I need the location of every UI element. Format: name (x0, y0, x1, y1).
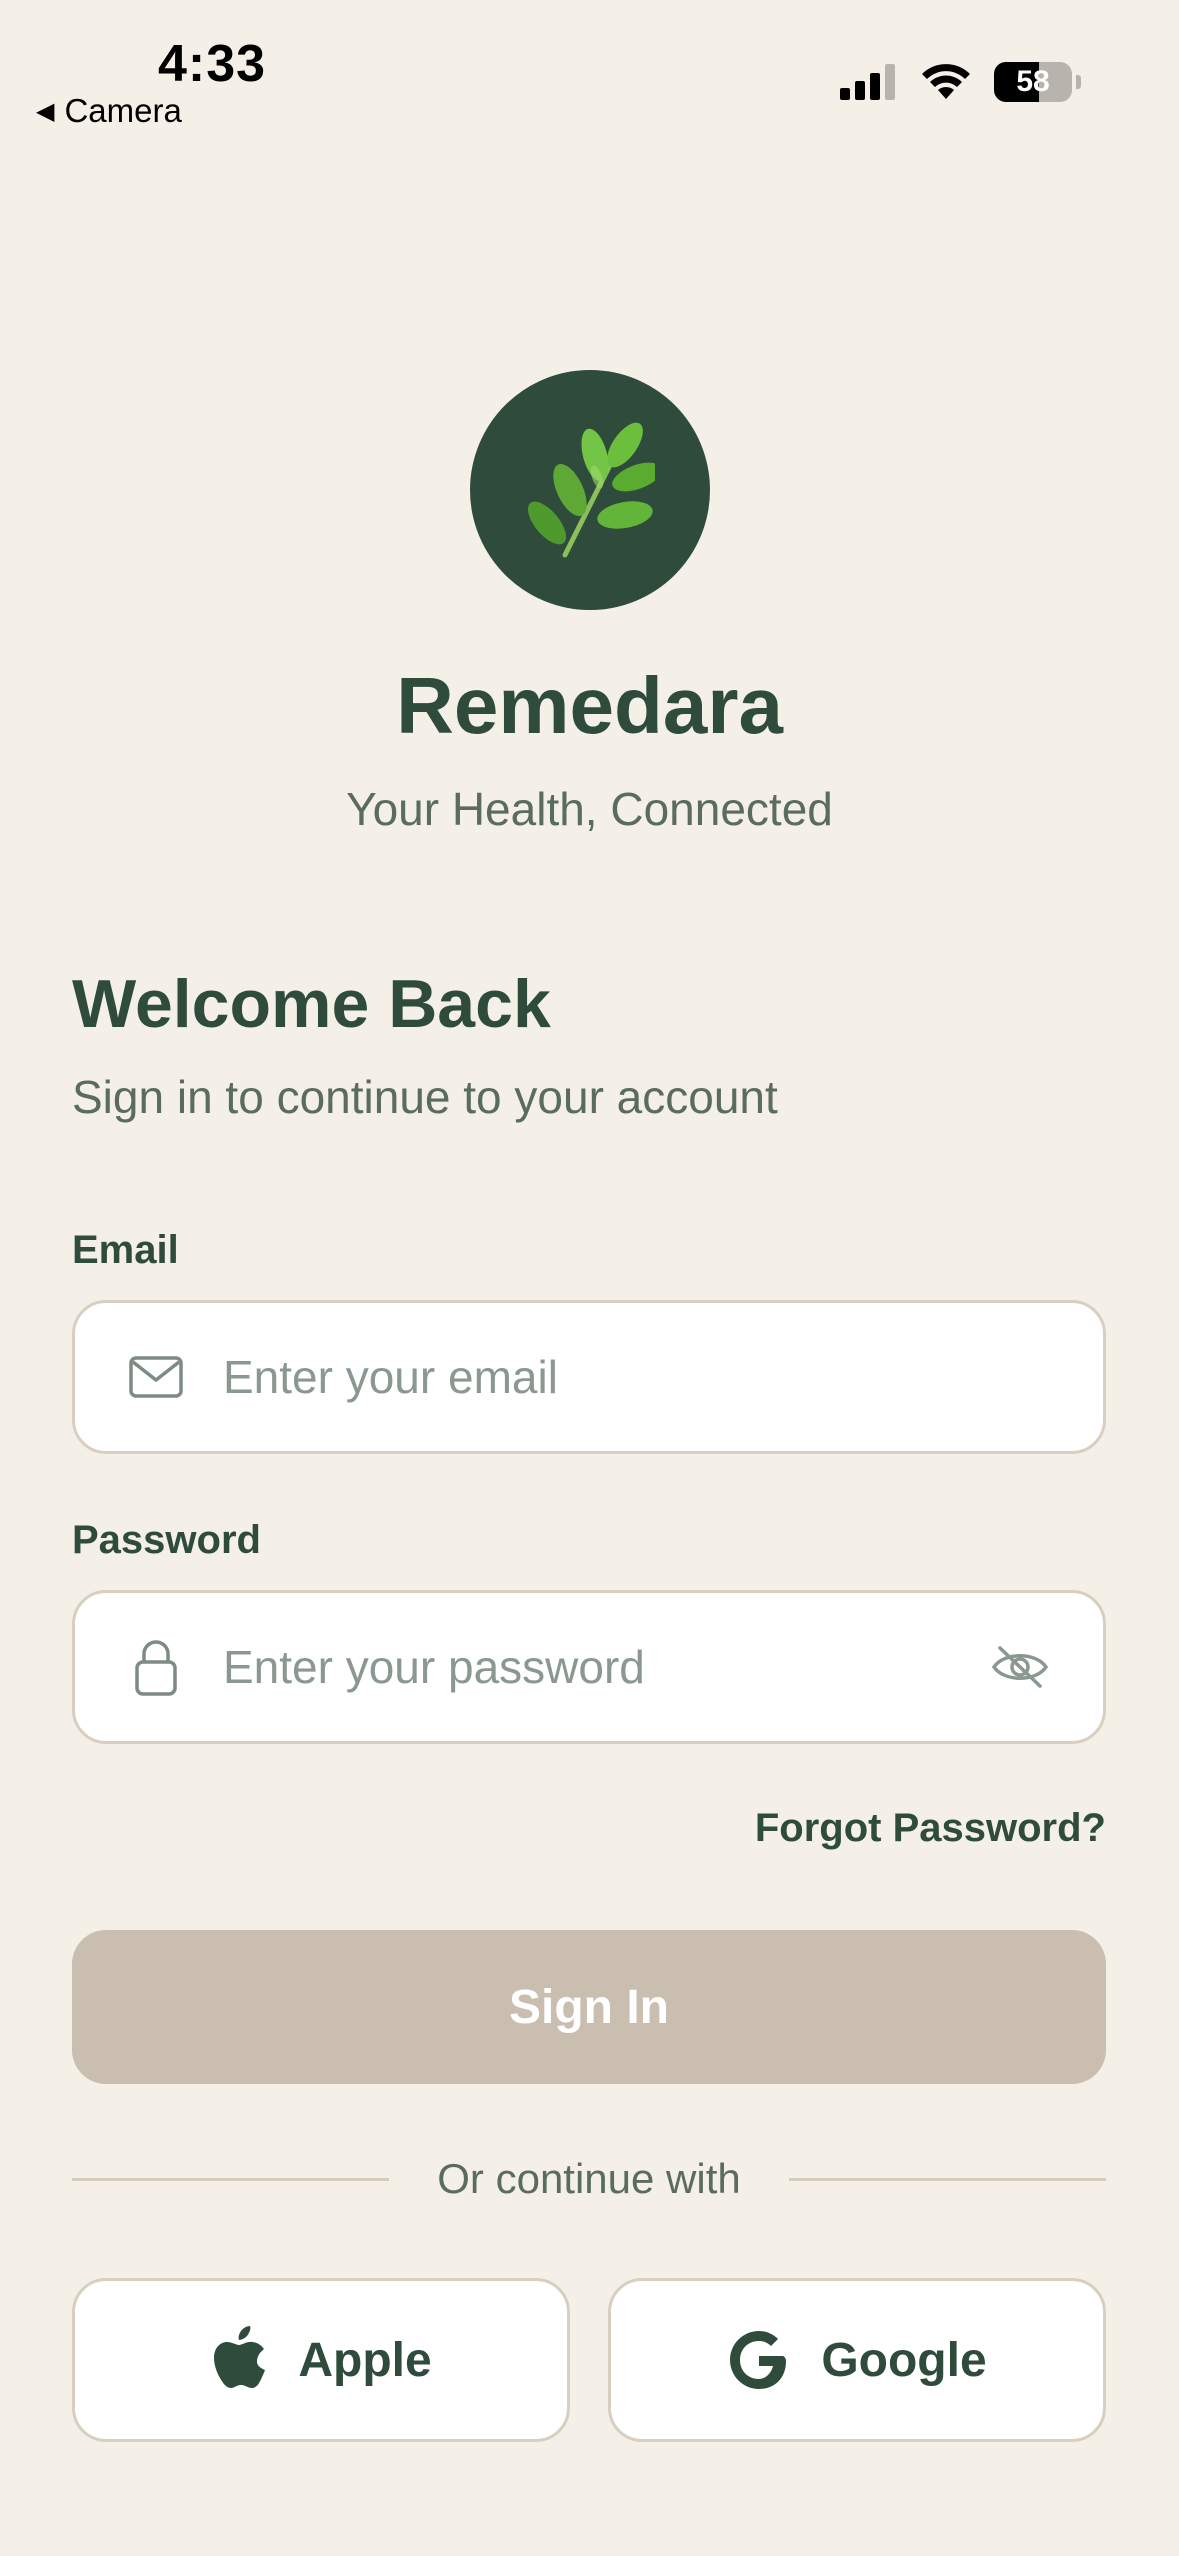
email-label: Email (72, 1228, 179, 1272)
status-icons: 58 (840, 62, 1081, 102)
password-label: Password (72, 1518, 261, 1562)
google-label: Google (821, 2333, 987, 2387)
apple-logo-icon (214, 2326, 266, 2388)
back-label: Camera (64, 92, 182, 129)
status-time: 4:33 (158, 35, 267, 93)
divider-line-left (72, 2177, 390, 2181)
back-to-camera-link[interactable]: ◀ Camera (36, 92, 182, 130)
google-sign-in-button[interactable]: Google (608, 2278, 1106, 2442)
back-triangle-icon: ◀ (36, 97, 55, 125)
login-screen: 4:33 ◀ Camera 58 Remedara Your Health, C… (0, 0, 1179, 2556)
password-input[interactable] (223, 1640, 989, 1694)
cellular-signal-icon (840, 64, 895, 100)
password-field-container[interactable] (72, 1590, 1106, 1744)
battery-percent: 58 (1016, 65, 1050, 98)
welcome-title: Welcome Back (72, 966, 551, 1042)
app-tagline: Your Health, Connected (346, 783, 833, 835)
email-field-container[interactable] (72, 1300, 1106, 1454)
apple-sign-in-button[interactable]: Apple (72, 2278, 570, 2442)
battery-cap (1076, 75, 1081, 89)
welcome-subtitle: Sign in to continue to your account (72, 1071, 778, 1123)
app-name: Remedara (396, 661, 783, 750)
email-input[interactable] (223, 1350, 1051, 1404)
battery-indicator: 58 (994, 62, 1072, 102)
herb-leaf-icon (527, 422, 655, 558)
wifi-icon (922, 64, 970, 99)
divider-line-right (788, 2177, 1107, 2181)
or-divider: Or continue with (72, 2155, 1107, 2203)
eye-slash-icon[interactable] (989, 1638, 1051, 1696)
lock-icon (127, 1638, 185, 1696)
sign-in-button[interactable]: Sign In (72, 1930, 1106, 2084)
forgot-password-link[interactable]: Forgot Password? (755, 1806, 1106, 1851)
google-logo-icon (730, 2331, 787, 2389)
divider-text: Or continue with (437, 2155, 741, 2202)
app-logo (470, 370, 710, 610)
envelope-icon (127, 1348, 185, 1406)
apple-label: Apple (298, 2333, 432, 2387)
